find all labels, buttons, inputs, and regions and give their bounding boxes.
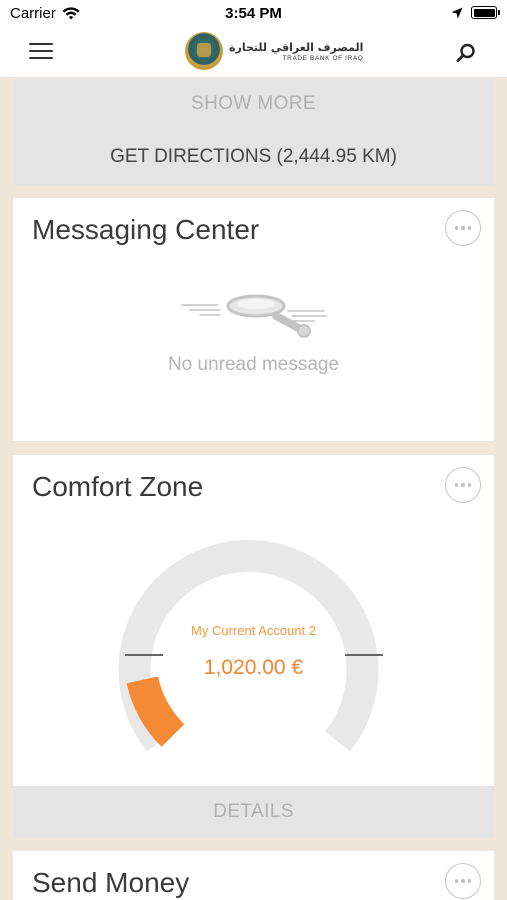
send-money-more-button[interactable] [445,863,481,899]
hamburger-menu-icon[interactable] [29,41,53,61]
gauge-account-name: My Current Account 2 [191,623,316,638]
bank-logo: المصرف العراقي للتجارة TRADE BANK OF IRA… [185,32,363,70]
show-more-button[interactable]: SHOW MORE [13,93,494,115]
location-arrow-icon [451,7,463,18]
ellipsis-icon [454,226,459,230]
status-bar: Carrier 3:54 PM [0,0,507,28]
bank-emblem-icon [185,32,223,70]
comfort-zone-card: Comfort Zone My Current Account 2 1,020.… [13,455,494,838]
clock: 3:54 PM [225,5,282,22]
comfort-more-button[interactable] [445,467,481,503]
bank-logo-text: المصرف العراقي للتجارة TRADE BANK OF IRA… [229,41,363,62]
gauge-fill [126,675,185,747]
status-right [451,6,500,19]
magnifier-empty-icon [181,294,327,338]
nav-bar: المصرف العراقي للتجارة TRADE BANK OF IRA… [0,28,507,78]
logo-english-name: TRADE BANK OF IRAQ [282,54,364,62]
send-money-card: Send Money [13,851,494,900]
messaging-more-button[interactable] [445,210,481,246]
ellipsis-icon [454,879,459,883]
comfort-gauge [118,540,383,752]
messaging-center-card: Messaging Center No unread message [13,198,494,441]
details-button[interactable]: DETAILS [13,786,494,838]
comfort-zone-title: Comfort Zone [32,471,204,502]
gauge-amount: 1,020.00 € [203,656,304,679]
branch-card: SHOW MORE GET DIRECTIONS (2,444.95 KM) [13,79,494,185]
ellipsis-icon [454,483,459,487]
get-directions-button[interactable]: GET DIRECTIONS (2,444.95 KM) [13,146,494,168]
logo-arabic-name: المصرف العراقي للتجارة [229,40,364,54]
no-unread-message-text: No unread message [167,354,340,375]
messaging-center-title: Messaging Center [32,214,260,245]
send-money-title: Send Money [32,867,190,898]
battery-icon [471,6,500,19]
search-icon[interactable] [455,42,477,64]
